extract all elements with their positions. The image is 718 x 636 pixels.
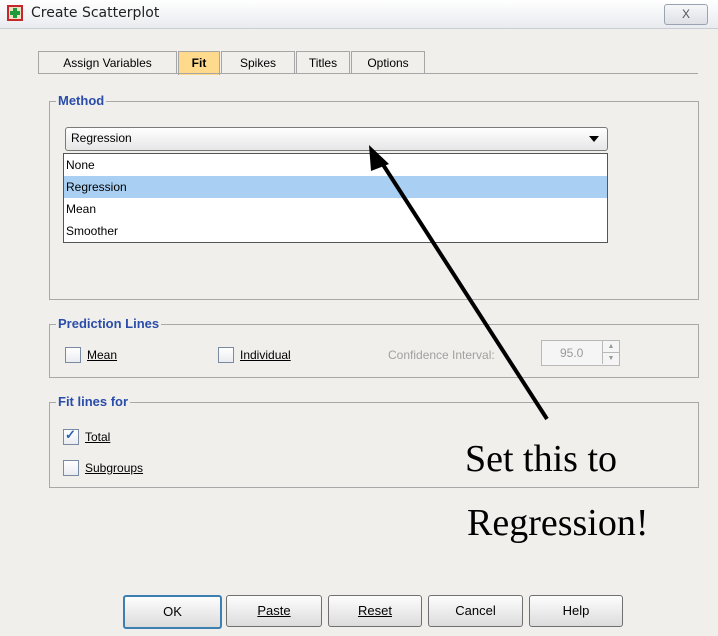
annotation-line-1: Set this to [465,438,618,480]
annotation-line-2: Regression! [467,502,649,544]
create-scatterplot-dialog: Create Scatterplot X Assign Variables Fi… [0,0,718,636]
